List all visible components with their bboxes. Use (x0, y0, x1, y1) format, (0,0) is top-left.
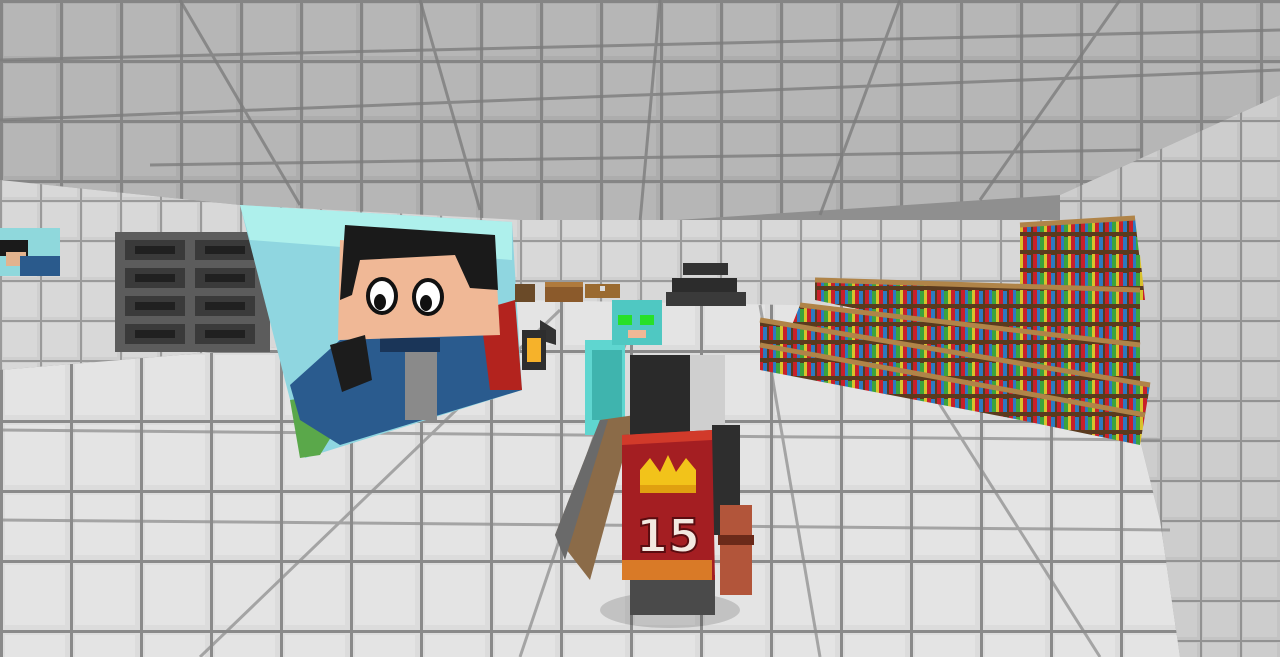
lantern (522, 330, 546, 370)
cape-number: 15 (636, 509, 700, 563)
small-painting (0, 228, 60, 276)
crafting-table (545, 282, 583, 302)
painting-face (338, 225, 500, 340)
sword (720, 505, 752, 595)
furnace-stack (115, 232, 270, 352)
crown-icon (640, 455, 696, 493)
chest (585, 284, 620, 298)
game-viewport[interactable]: 15 (0, 0, 1280, 657)
barrel (515, 284, 535, 302)
